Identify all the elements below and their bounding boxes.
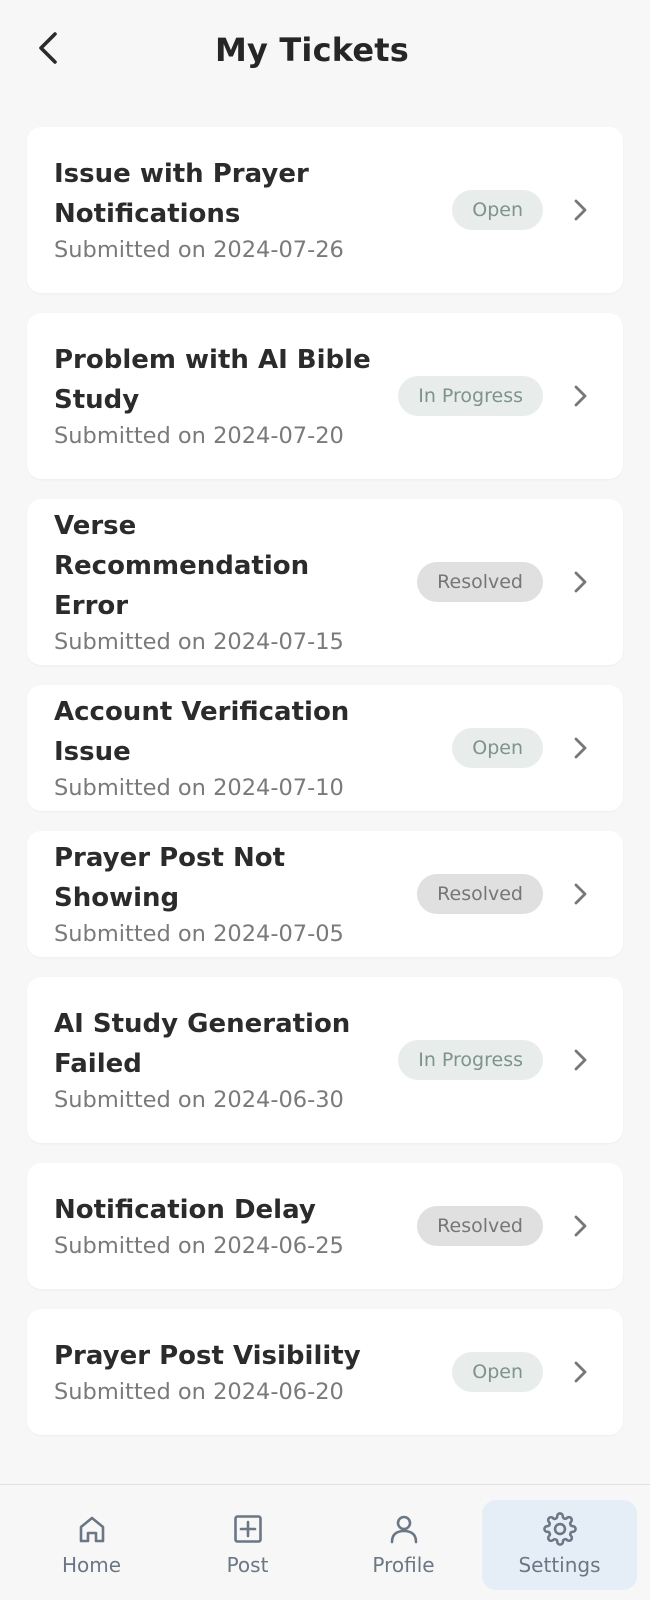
home-icon xyxy=(74,1511,110,1547)
status-badge: Resolved xyxy=(417,1206,543,1246)
ticket-text: Problem with AI Bible Study Submitted on… xyxy=(54,340,384,452)
ticket-date: Submitted on 2024-07-15 xyxy=(54,629,344,655)
chevron-right-icon xyxy=(569,1359,591,1385)
gear-icon xyxy=(542,1511,578,1547)
ticket-text: Issue with Prayer Notifications Submitte… xyxy=(54,154,384,266)
ticket-date: Submitted on 2024-06-30 xyxy=(54,1087,344,1113)
nav-label: Profile xyxy=(372,1553,435,1577)
chevron-right-icon xyxy=(569,1213,591,1239)
nav-item-post[interactable]: Post xyxy=(170,1500,325,1590)
ticket-card[interactable]: Problem with AI Bible Study Submitted on… xyxy=(27,313,623,479)
nav-label: Settings xyxy=(518,1553,601,1577)
ticket-card[interactable]: Verse Recommendation Error Submitted on … xyxy=(27,499,623,665)
plus-square-icon xyxy=(230,1511,266,1547)
status-badge: Resolved xyxy=(417,874,543,914)
ticket-date: Submitted on 2024-07-05 xyxy=(54,921,344,947)
ticket-date: Submitted on 2024-06-25 xyxy=(54,1233,344,1259)
bottom-nav: Home Post Profile Settings xyxy=(0,1484,650,1600)
nav-item-settings[interactable]: Settings xyxy=(482,1500,637,1590)
user-icon xyxy=(386,1511,422,1547)
ticket-date: Submitted on 2024-07-20 xyxy=(54,423,344,449)
chevron-right-icon xyxy=(569,735,591,761)
nav-item-home[interactable]: Home xyxy=(14,1500,169,1590)
ticket-card[interactable]: Prayer Post Not Showing Submitted on 202… xyxy=(27,831,623,957)
ticket-title: Account Verification Issue xyxy=(54,697,350,767)
nav-item-profile[interactable]: Profile xyxy=(326,1500,481,1590)
status-badge: Open xyxy=(452,1352,543,1392)
ticket-card[interactable]: AI Study Generation Failed Submitted on … xyxy=(27,977,623,1143)
ticket-card[interactable]: Notification Delay Submitted on 2024-06-… xyxy=(27,1163,623,1289)
nav-label: Home xyxy=(61,1553,122,1577)
status-badge: Open xyxy=(452,728,543,768)
status-badge: In Progress xyxy=(398,1040,543,1080)
ticket-text: Account Verification Issue Submitted on … xyxy=(54,692,414,804)
ticket-text: Notification Delay Submitted on 2024-06-… xyxy=(54,1190,414,1262)
ticket-text: Prayer Post Not Showing Submitted on 202… xyxy=(54,838,414,950)
ticket-title: Issue with Prayer Notifications xyxy=(54,159,309,229)
ticket-title: Notification Delay xyxy=(54,1195,316,1225)
ticket-text: Prayer Post Visibility Submitted on 2024… xyxy=(54,1336,414,1408)
chevron-right-icon xyxy=(569,1047,591,1073)
status-badge: Open xyxy=(452,190,543,230)
ticket-card[interactable]: Issue with Prayer Notifications Submitte… xyxy=(27,127,623,293)
page-title: My Tickets xyxy=(214,31,410,69)
ticket-card[interactable]: Prayer Post Visibility Submitted on 2024… xyxy=(27,1309,623,1435)
tickets-screen: My Tickets Issue with Prayer Notificatio… xyxy=(0,0,650,1600)
chevron-right-icon xyxy=(569,383,591,409)
chevron-right-icon xyxy=(569,197,591,223)
ticket-card[interactable]: Account Verification Issue Submitted on … xyxy=(27,685,623,811)
ticket-title: Prayer Post Not Showing xyxy=(54,843,286,913)
ticket-date: Submitted on 2024-07-10 xyxy=(54,775,344,801)
chevron-right-icon xyxy=(569,569,591,595)
ticket-title: Verse Recommendation Error xyxy=(54,511,310,621)
ticket-title: AI Study Generation Failed xyxy=(54,1009,351,1079)
chevron-right-icon xyxy=(569,881,591,907)
nav-label: Post xyxy=(226,1553,269,1577)
ticket-list: Issue with Prayer Notifications Submitte… xyxy=(27,127,623,1455)
ticket-title: Prayer Post Visibility xyxy=(54,1341,361,1371)
status-badge: In Progress xyxy=(398,376,543,416)
ticket-text: AI Study Generation Failed Submitted on … xyxy=(54,1004,384,1116)
header: My Tickets xyxy=(0,0,650,100)
ticket-text: Verse Recommendation Error Submitted on … xyxy=(54,506,384,658)
status-badge: Resolved xyxy=(417,562,543,602)
ticket-title: Problem with AI Bible Study xyxy=(54,345,371,415)
ticket-date: Submitted on 2024-06-20 xyxy=(54,1379,344,1405)
ticket-date: Submitted on 2024-07-26 xyxy=(54,237,344,263)
